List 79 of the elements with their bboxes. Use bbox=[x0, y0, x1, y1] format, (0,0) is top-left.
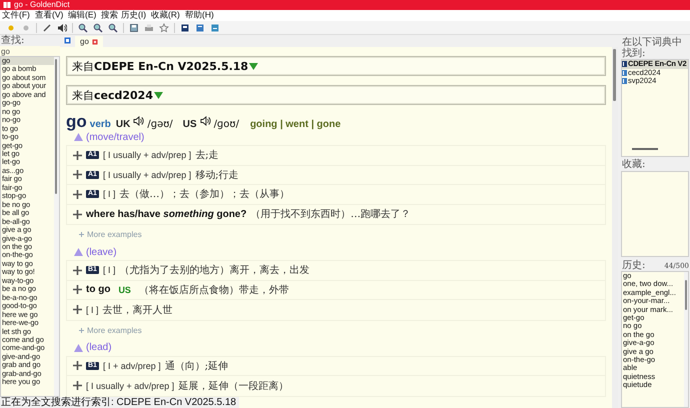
grammar-code: [ I ] bbox=[86, 304, 99, 315]
menu-item[interactable]: 搜索 bbox=[101, 10, 118, 20]
status-bar: 正在为全文搜索进行索引: CDEPE En-Cn V2025.5.18 bbox=[0, 397, 240, 408]
magnifier-icon[interactable] bbox=[108, 22, 118, 32]
plus-icon[interactable] bbox=[73, 170, 82, 180]
sense-heading[interactable]: (leave) bbox=[86, 246, 117, 258]
region-label: US bbox=[182, 119, 197, 130]
scrollbar-thumb[interactable] bbox=[613, 49, 616, 101]
tab-icon bbox=[64, 37, 71, 44]
book-icon bbox=[3, 1, 11, 9]
definition: 延展，延伸（一段距离） bbox=[178, 380, 288, 393]
grammar-code: [ I ] bbox=[102, 189, 116, 200]
collapse-icon[interactable] bbox=[154, 92, 163, 98]
grammar-code: [ I usually + adv/prep ] bbox=[102, 150, 192, 160]
panel-label: 历史: bbox=[621, 260, 646, 271]
region-label: US bbox=[118, 284, 131, 295]
speaker-icon[interactable] bbox=[133, 116, 144, 126]
zoom-in-icon[interactable] bbox=[78, 22, 88, 32]
scrollbar-thumb[interactable] bbox=[632, 148, 658, 150]
definition: （用于找不到东西时）…跑哪去了？ bbox=[250, 208, 411, 222]
grammar-code: [ I usually + adv/prep ] bbox=[86, 380, 174, 391]
scrollbar-thumb[interactable] bbox=[685, 280, 687, 310]
region-label: UK bbox=[116, 119, 130, 130]
definition: 去（做…）；去（参加）；去（从事） bbox=[119, 188, 290, 202]
definition: 去;走 bbox=[195, 148, 219, 162]
pronunciation: /ɡoʊ/ bbox=[214, 119, 240, 130]
plus-icon[interactable] bbox=[73, 361, 82, 370]
definition: 去世，离开人世 bbox=[102, 304, 173, 317]
plus-icon[interactable] bbox=[73, 210, 82, 219]
menu-item[interactable]: 历史(I) bbox=[121, 10, 146, 20]
menu-item[interactable]: 文件(F) bbox=[2, 10, 30, 20]
menu-item[interactable]: 收藏(R) bbox=[150, 10, 180, 20]
tab[interactable]: go bbox=[75, 36, 103, 47]
window-title: go - GoldenDict bbox=[14, 0, 70, 10]
floppy-icon[interactable] bbox=[129, 22, 139, 32]
phrase: to go bbox=[86, 284, 110, 296]
pencil-icon[interactable] bbox=[42, 22, 52, 32]
part-of-speech: verb bbox=[90, 119, 111, 130]
search-label: 查找: bbox=[0, 35, 26, 46]
dictionary-title: 来自cecd2024 bbox=[72, 88, 153, 102]
sense-heading[interactable]: (lead) bbox=[86, 342, 112, 353]
plus-icon[interactable] bbox=[73, 305, 82, 314]
definition: （将在饭店所点食物）带走，外带 bbox=[138, 284, 289, 297]
collapse-icon[interactable] bbox=[249, 62, 258, 70]
grammar-code: [ I usually + adv/prep ] bbox=[102, 170, 192, 180]
star-icon[interactable] bbox=[159, 22, 169, 32]
printer-icon[interactable] bbox=[144, 22, 154, 32]
close-icon[interactable] bbox=[92, 38, 98, 44]
phrase: where has/have something gone? bbox=[86, 208, 247, 220]
grammar-code: [ I ] bbox=[102, 265, 116, 276]
book-icon[interactable] bbox=[180, 22, 190, 32]
plus-icon[interactable] bbox=[73, 190, 82, 199]
search-field[interactable]: go bbox=[0, 46, 60, 56]
grammar-code: [ I + adv/prep ] bbox=[102, 360, 161, 371]
menu-item[interactable]: 查看(V) bbox=[34, 10, 64, 20]
plus-icon[interactable] bbox=[73, 285, 82, 294]
sense-heading[interactable]: (move/travel) bbox=[86, 132, 144, 142]
panel-label: 在以下词典中找到: bbox=[621, 37, 683, 59]
book-icon bbox=[622, 78, 627, 84]
definition: （尤指为了去别的地方）离开，离去，出发 bbox=[119, 264, 310, 278]
menu-item[interactable]: 编辑(E) bbox=[68, 10, 96, 20]
headword: go bbox=[66, 112, 87, 132]
panel-label: 收藏: bbox=[621, 159, 646, 170]
plus-icon[interactable] bbox=[73, 150, 82, 160]
scrollbar-thumb[interactable] bbox=[55, 59, 57, 194]
book-icon bbox=[622, 70, 627, 76]
definition: 通（向）;延伸 bbox=[164, 360, 228, 373]
pronunciation: /ɡəʊ/ bbox=[147, 119, 173, 130]
word-list[interactable] bbox=[0, 56, 60, 397]
speaker-icon[interactable] bbox=[200, 116, 211, 126]
verb-forms: going | went | gone bbox=[250, 119, 341, 130]
book-icon bbox=[622, 61, 627, 68]
menu-item[interactable]: 帮助(H) bbox=[184, 10, 214, 20]
dictionary-title: 来自CDEPE En-Cn V2025.5.18 bbox=[72, 58, 248, 74]
plus-icon[interactable] bbox=[73, 266, 82, 275]
definition: 移动;行走 bbox=[195, 168, 239, 182]
speaker-icon[interactable] bbox=[57, 22, 67, 32]
zoom-out-icon[interactable] bbox=[93, 22, 103, 32]
plus-icon[interactable] bbox=[73, 381, 82, 390]
